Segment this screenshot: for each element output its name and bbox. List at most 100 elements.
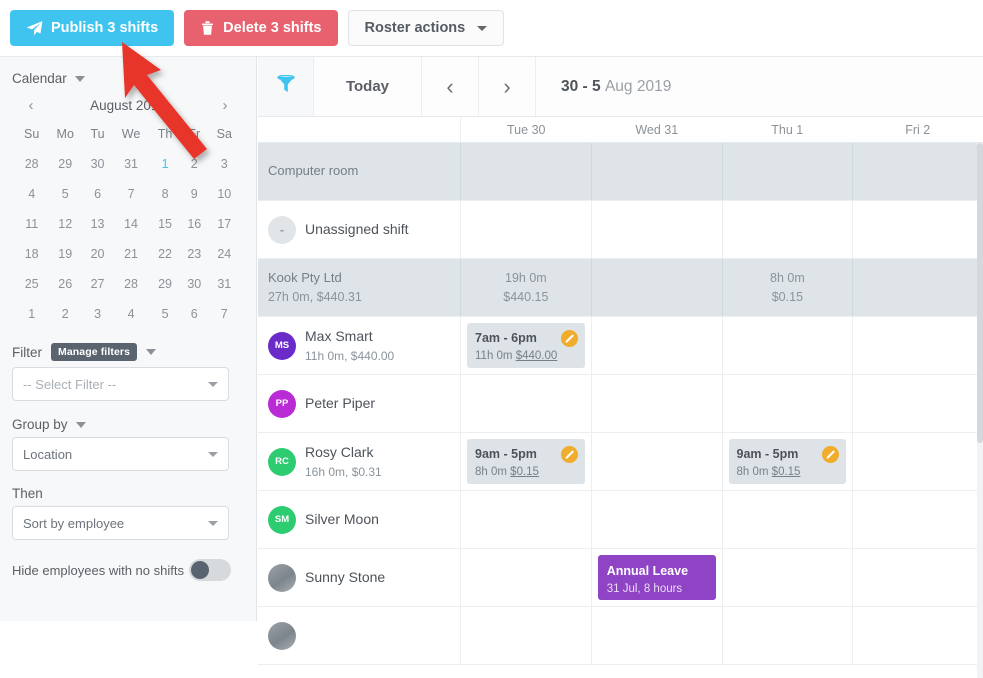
calendar-day-1-1[interactable]: 5 — [47, 179, 83, 209]
edit-icon[interactable] — [561, 330, 578, 347]
calendar-day-1-0[interactable]: 4 — [16, 179, 47, 209]
calendar-day-1-3[interactable]: 7 — [112, 179, 150, 209]
shift-card[interactable]: 9am - 5pm8h 0m $0.15 — [467, 439, 585, 484]
grid-cell[interactable] — [592, 143, 723, 200]
calendar-day-3-6[interactable]: 24 — [209, 239, 240, 269]
shift-card[interactable]: 7am - 6pm11h 0m $440.00 — [467, 323, 585, 368]
calendar-day-5-2[interactable]: 3 — [83, 299, 112, 329]
calendar-day-0-5[interactable]: 2 — [180, 149, 209, 179]
calendar-day-4-2[interactable]: 27 — [83, 269, 112, 299]
grid-cell[interactable] — [723, 375, 854, 432]
employee-name[interactable]: Peter Piper — [305, 393, 375, 414]
grid-cell[interactable] — [723, 607, 854, 664]
employee-name[interactable]: Max Smart — [305, 326, 394, 347]
calendar-day-4-5[interactable]: 30 — [180, 269, 209, 299]
calendar-day-0-1[interactable]: 29 — [47, 149, 83, 179]
today-button[interactable]: Today — [314, 57, 422, 116]
calendar-day-2-5[interactable]: 16 — [180, 209, 209, 239]
chevron-down-icon[interactable] — [76, 422, 86, 428]
grid-cell[interactable] — [592, 259, 723, 316]
employee-name[interactable]: Rosy Clark — [305, 442, 382, 463]
grid-cell[interactable] — [723, 201, 854, 258]
calendar-day-3-1[interactable]: 19 — [47, 239, 83, 269]
calendar-day-1-2[interactable]: 6 — [83, 179, 112, 209]
grid-cell[interactable] — [853, 433, 983, 490]
grid-cell[interactable] — [461, 607, 592, 664]
hide-employees-toggle[interactable] — [189, 559, 231, 581]
next-week-button[interactable]: › — [479, 57, 536, 116]
day-header-1[interactable]: Wed 31 — [592, 117, 723, 142]
grid-cell[interactable] — [723, 491, 854, 548]
calendar-day-2-6[interactable]: 17 — [209, 209, 240, 239]
employee-name[interactable]: Silver Moon — [305, 509, 379, 530]
calendar-day-0-0[interactable]: 28 — [16, 149, 47, 179]
day-header-2[interactable]: Thu 1 — [722, 117, 853, 142]
leave-card[interactable]: Annual Leave31 Jul, 8 hours — [598, 555, 716, 600]
grid-cell[interactable] — [461, 549, 592, 606]
grid-cell[interactable] — [853, 491, 983, 548]
grid-cell[interactable]: 7am - 6pm11h 0m $440.00 — [461, 317, 592, 374]
grid-cell[interactable]: 9am - 5pm8h 0m $0.15 — [461, 433, 592, 490]
calendar-day-3-5[interactable]: 23 — [180, 239, 209, 269]
shift-card[interactable]: 9am - 5pm8h 0m $0.15 — [729, 439, 847, 484]
calendar-day-0-2[interactable]: 30 — [83, 149, 112, 179]
calendar-next-month-button[interactable]: › — [216, 98, 234, 113]
shift-cost[interactable]: $0.15 — [510, 466, 539, 478]
grid-cell[interactable] — [592, 375, 723, 432]
calendar-day-5-0[interactable]: 1 — [16, 299, 47, 329]
calendar-day-0-3[interactable]: 31 — [112, 149, 150, 179]
calendar-day-0-4[interactable]: 1 — [150, 149, 180, 179]
calendar-day-2-2[interactable]: 13 — [83, 209, 112, 239]
calendar-day-4-3[interactable]: 28 — [112, 269, 150, 299]
employee-name[interactable]: Sunny Stone — [305, 567, 385, 588]
grid-cell[interactable]: 8h 0m$0.15 — [723, 259, 854, 316]
grid-cell[interactable] — [461, 143, 592, 200]
grid-cell[interactable]: 9am - 5pm8h 0m $0.15 — [723, 433, 854, 490]
calendar-day-1-6[interactable]: 10 — [209, 179, 240, 209]
calendar-prev-month-button[interactable]: ‹ — [22, 98, 40, 113]
calendar-day-2-1[interactable]: 12 — [47, 209, 83, 239]
calendar-day-5-4[interactable]: 5 — [150, 299, 180, 329]
calendar-day-5-5[interactable]: 6 — [180, 299, 209, 329]
calendar-day-3-0[interactable]: 18 — [16, 239, 47, 269]
grid-cell[interactable] — [461, 491, 592, 548]
roster-actions-button[interactable]: Roster actions — [348, 10, 505, 46]
filter-select[interactable]: -- Select Filter -- — [12, 367, 229, 401]
publish-shifts-button[interactable]: Publish 3 shifts — [10, 10, 174, 46]
grid-cell[interactable] — [592, 317, 723, 374]
calendar-day-2-0[interactable]: 11 — [16, 209, 47, 239]
grid-cell[interactable] — [592, 433, 723, 490]
grid-cell[interactable] — [853, 375, 983, 432]
grid-cell[interactable] — [723, 549, 854, 606]
calendar-day-2-3[interactable]: 14 — [112, 209, 150, 239]
grid-cell[interactable] — [853, 143, 983, 200]
grid-cell[interactable]: 19h 0m$440.15 — [461, 259, 592, 316]
calendar-day-5-1[interactable]: 2 — [47, 299, 83, 329]
chevron-down-icon[interactable] — [146, 349, 156, 355]
grid-cell[interactable] — [853, 607, 983, 664]
grid-cell[interactable] — [853, 549, 983, 606]
calendar-day-4-6[interactable]: 31 — [209, 269, 240, 299]
employee-name[interactable]: Unassigned shift — [305, 219, 409, 240]
calendar-day-4-4[interactable]: 29 — [150, 269, 180, 299]
calendar-section-header[interactable]: Calendar — [12, 71, 246, 86]
grid-cell[interactable] — [853, 259, 983, 316]
delete-shifts-button[interactable]: Delete 3 shifts — [184, 10, 337, 46]
calendar-day-2-4[interactable]: 15 — [150, 209, 180, 239]
filter-toggle-button[interactable] — [258, 57, 314, 116]
grid-scrollbar[interactable] — [977, 143, 983, 678]
calendar-day-3-3[interactable]: 21 — [112, 239, 150, 269]
grid-cell[interactable] — [461, 201, 592, 258]
group-by-select[interactable]: Location — [12, 437, 229, 471]
grid-cell[interactable] — [592, 607, 723, 664]
grid-cell[interactable] — [853, 201, 983, 258]
grid-cell[interactable] — [592, 201, 723, 258]
scrollbar-thumb[interactable] — [977, 143, 983, 443]
calendar-day-1-5[interactable]: 9 — [180, 179, 209, 209]
day-header-0[interactable]: Tue 30 — [461, 117, 592, 142]
grid-cell[interactable]: Annual Leave31 Jul, 8 hours — [592, 549, 723, 606]
day-header-3[interactable]: Fri 2 — [853, 117, 983, 142]
grid-cell[interactable] — [592, 491, 723, 548]
shift-cost[interactable]: $0.15 — [772, 466, 801, 478]
calendar-day-5-3[interactable]: 4 — [112, 299, 150, 329]
